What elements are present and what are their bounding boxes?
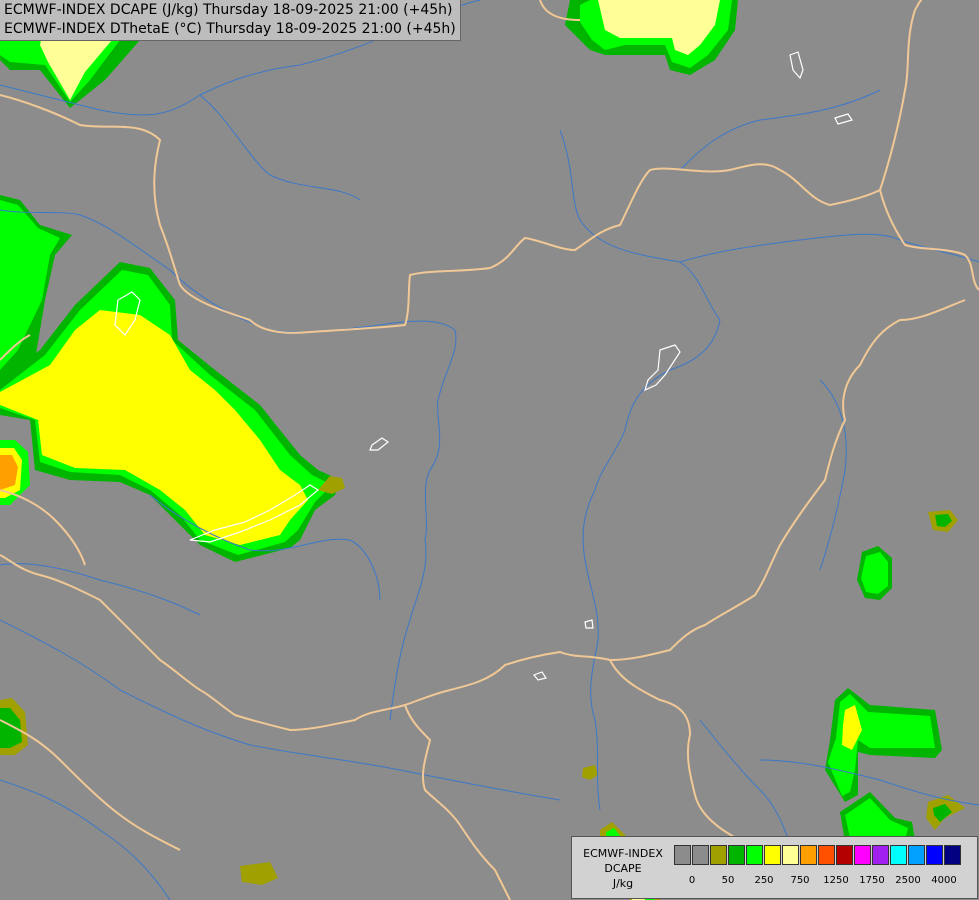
legend-swatch xyxy=(890,845,907,865)
title-dthetae: ECMWF-INDEX DThetaE (°C) Thursday 18-09-… xyxy=(4,21,456,37)
legend-swatch xyxy=(692,845,709,865)
legend-swatch xyxy=(926,845,943,865)
legend-swatch xyxy=(908,845,925,865)
legend-tick-label: 2500 xyxy=(895,875,921,886)
title-dcape: ECMWF-INDEX DCAPE (J/kg) Thursday 18-09-… xyxy=(4,2,453,18)
legend-tick-label: 50 xyxy=(721,875,735,886)
legend-swatch xyxy=(800,845,817,865)
legend-swatch xyxy=(746,845,763,865)
legend-ticks: 0 50 250 750 1250 1750 2500 4000 xyxy=(674,875,974,889)
legend-swatch xyxy=(674,845,691,865)
legend-swatch xyxy=(872,845,889,865)
legend-swatch xyxy=(764,845,781,865)
legend: ECMWF-INDEX DCAPE J/kg 0 50 250 750 1250 1750… xyxy=(571,836,978,899)
legend-swatch xyxy=(818,845,835,865)
legend-swatch xyxy=(782,845,799,865)
legend-swatches xyxy=(674,845,962,865)
legend-swatch xyxy=(710,845,727,865)
legend-swatch xyxy=(944,845,961,865)
legend-title: ECMWF-INDEX DCAPE J/kg xyxy=(574,846,672,891)
legend-tick-label: 4000 xyxy=(931,875,957,886)
title-box: ECMWF-INDEX DCAPE (J/kg) Thursday 18-09-… xyxy=(0,0,461,41)
legend-unit: J/kg xyxy=(612,877,634,890)
legend-swatch xyxy=(854,845,871,865)
dcape-map xyxy=(0,0,979,900)
legend-tick-label: 1250 xyxy=(823,875,849,886)
legend-tick-label: 250 xyxy=(754,875,774,886)
legend-swatch xyxy=(728,845,745,865)
legend-tick-label: 1750 xyxy=(859,875,885,886)
legend-source: ECMWF-INDEX xyxy=(583,847,663,860)
legend-tick-label: 750 xyxy=(790,875,810,886)
legend-swatch xyxy=(836,845,853,865)
legend-parameter: DCAPE xyxy=(604,862,642,875)
legend-tick-label: 0 xyxy=(688,875,696,886)
